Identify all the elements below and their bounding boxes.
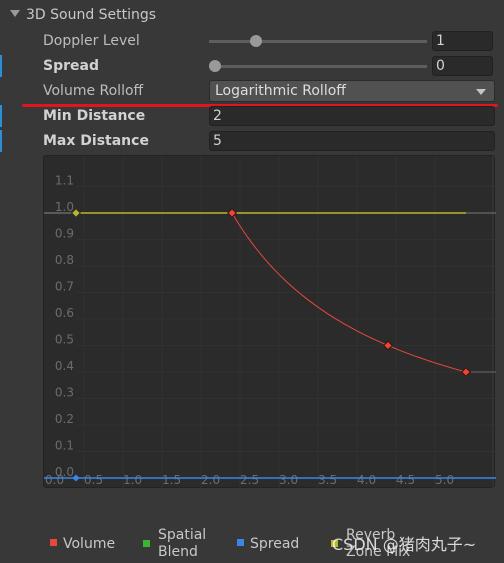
volume-swatch-icon — [50, 539, 57, 546]
y-tick-label: 0.1 — [55, 439, 74, 453]
override-marker — [0, 130, 2, 152]
y-tick-label: 1.1 — [55, 174, 74, 188]
override-marker — [0, 55, 2, 77]
min-distance-field[interactable]: 2 — [209, 106, 495, 126]
y-tick-label: 0.6 — [55, 306, 74, 320]
x-tick-label: 4.0 — [357, 473, 376, 487]
x-tick-label: 1.0 — [123, 473, 142, 487]
rolloff-curve-chart[interactable]: 0.0 0.1 0.2 0.3 0.4 0.5 0.6 0.7 0.8 0.9 1.0 1.1 0.0 0… — [43, 155, 496, 489]
x-tick-label: 5.0 — [435, 473, 454, 487]
x-tick-label: 2.0 — [201, 473, 220, 487]
max-distance-label: Max Distance — [43, 133, 149, 149]
y-tick-label: 0.7 — [55, 280, 74, 294]
spread-label: Spread — [43, 58, 99, 74]
chevron-down-icon — [476, 89, 486, 95]
volume-keyframe — [227, 208, 237, 218]
x-tick-label: 3.5 — [318, 473, 337, 487]
x-tick-label: 1.5 — [162, 473, 181, 487]
doppler-slider[interactable] — [209, 40, 427, 43]
x-tick-label: 0.5 — [84, 473, 103, 487]
x-tick-label: 4.5 — [396, 473, 415, 487]
spread-field[interactable]: 0 — [432, 56, 493, 76]
x-tick-label: 0.0 — [45, 473, 64, 487]
max-distance-field[interactable]: 5 — [209, 131, 495, 151]
y-tick-label: 0.4 — [55, 359, 74, 373]
x-tick-label: 3.0 — [279, 473, 298, 487]
chart-svg: 0.00.10.20.30.40.50.60.70.80.91.01.10.0 0… — [44, 156, 496, 489]
y-tick-label: 0.3 — [55, 386, 74, 400]
volume-keyframe — [461, 367, 471, 377]
override-marker — [0, 105, 2, 127]
min-distance-label: Min Distance — [43, 108, 146, 124]
doppler-slider-handle[interactable] — [250, 35, 262, 47]
legend-spread[interactable]: Spread — [237, 536, 299, 552]
legend-volume[interactable]: Volume — [50, 536, 115, 552]
legend-spatial-blend[interactable]: Spatial Blend — [143, 527, 206, 561]
spread-swatch-icon — [237, 539, 244, 546]
foldout-triangle-icon[interactable] — [10, 10, 20, 17]
volume-keyframe — [383, 340, 393, 351]
doppler-field[interactable]: 1 — [432, 31, 493, 51]
doppler-label: Doppler Level — [43, 33, 140, 49]
watermark: CSDN @猪肉丸子~ — [332, 535, 477, 554]
y-tick-label: 0.2 — [55, 412, 74, 426]
y-tick-label: 0.9 — [55, 227, 74, 241]
y-tick-label: 1.0 — [55, 200, 74, 214]
rolloff-dropdown[interactable]: Logarithmic Rolloff — [209, 80, 495, 102]
section-header-3d-sound[interactable]: 3D Sound Settings — [10, 7, 156, 23]
rolloff-label: Volume Rolloff — [43, 83, 144, 99]
spread-slider-handle[interactable] — [209, 60, 221, 72]
spatial-blend-swatch-icon — [143, 540, 150, 547]
spread-slider[interactable] — [209, 65, 427, 68]
y-tick-label: 0.5 — [55, 333, 74, 347]
x-tick-label: 2.5 — [240, 473, 259, 487]
y-tick-label: 0.8 — [55, 253, 74, 267]
